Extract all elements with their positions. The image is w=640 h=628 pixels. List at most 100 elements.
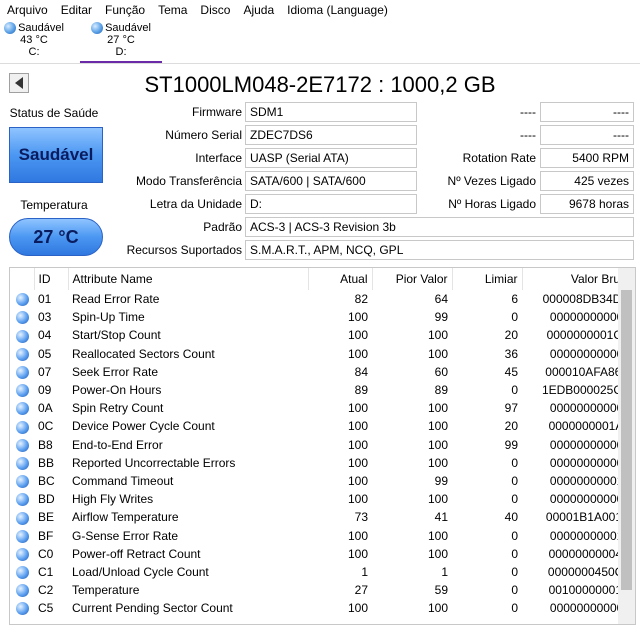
header-attribute-name[interactable]: Attribute Name <box>68 268 309 290</box>
threshold-value: 40 <box>504 510 518 525</box>
status-cell <box>10 454 34 472</box>
table-row[interactable]: 09 Power-On Hours 89 89 0 1EDB000025CE <box>10 381 634 399</box>
threshold-value: 0 <box>511 473 518 488</box>
current-value: 100 <box>347 310 368 325</box>
attribute-id: 09 <box>38 383 52 398</box>
disk-title: ST1000LM048-2E7172 : 1000,2 GB <box>144 72 496 97</box>
attribute-id: 03 <box>38 310 52 325</box>
status-dot-icon <box>15 402 29 416</box>
attribute-name: Device Power Cycle Count <box>72 419 215 434</box>
temperature-badge[interactable]: 27 °C <box>9 218 103 256</box>
status-dot-icon <box>15 475 29 489</box>
status-cell <box>10 472 34 490</box>
attribute-id: BC <box>38 473 55 488</box>
status-cell <box>10 581 34 599</box>
status-dot-icon <box>15 529 29 543</box>
header-current[interactable]: Atual <box>308 268 373 290</box>
status-cell <box>10 345 34 363</box>
attribute-name: Start/Stop Count <box>72 328 161 343</box>
table-row[interactable]: C5 Current Pending Sector Count 100 100 0 000… <box>10 599 634 617</box>
table-row[interactable]: 05 Reallocated Sectors Count 100 100 36 00000… <box>10 345 634 363</box>
power-hours-label: Nº Horas Ligado <box>448 197 536 211</box>
worst-value: 89 <box>434 383 448 398</box>
status-dot-icon <box>15 311 29 325</box>
health-status-icon <box>4 22 17 34</box>
worst-value: 99 <box>434 310 448 325</box>
menu-disco[interactable]: Disco <box>193 0 236 20</box>
table-row[interactable]: BF G-Sense Error Rate 100 100 0 000000000017 <box>10 526 634 544</box>
current-value: 84 <box>354 364 368 379</box>
menu-tema[interactable]: Tema <box>151 0 193 20</box>
disk-tab-d[interactable]: Saudável 27 °C D: <box>80 20 162 63</box>
threshold-value: 45 <box>504 364 518 379</box>
table-row[interactable]: BD High Fly Writes 100 100 0 000000000000 <box>10 490 634 508</box>
attribute-name: Spin Retry Count <box>72 401 164 416</box>
attribute-id: 0C <box>38 419 54 434</box>
attribute-id: BE <box>38 510 55 525</box>
table-row[interactable]: B8 End-to-End Error 100 100 99 000000000000 <box>10 436 634 454</box>
table-scrollbar[interactable] <box>618 268 635 624</box>
health-status-button[interactable]: Saudável <box>9 127 103 183</box>
current-value: 100 <box>347 455 368 470</box>
menu-editar[interactable]: Editar <box>54 0 98 20</box>
current-value: 82 <box>354 292 368 307</box>
menu-idioma[interactable]: Idioma (Language) <box>280 0 394 20</box>
worst-value: 41 <box>434 510 448 525</box>
features-value: S.M.A.R.T., APM, NCQ, GPL <box>245 240 634 260</box>
standard-value: ACS-3 | ACS-3 Revision 3b <box>245 217 634 237</box>
health-label: Status de Saúde <box>9 106 99 120</box>
table-row[interactable]: BE Airflow Temperature 73 41 40 00001B1A001B <box>10 508 634 526</box>
scrollbar-thumb[interactable] <box>621 290 632 590</box>
worst-value: 100 <box>427 601 448 616</box>
status-dot-icon <box>15 329 29 343</box>
table-row[interactable]: 01 Read Error Rate 82 64 6 000008DB34DD <box>10 290 634 308</box>
worst-value: 99 <box>434 473 448 488</box>
status-cell <box>10 290 34 308</box>
table-row[interactable]: BC Command Timeout 100 99 0 000000000010 <box>10 472 634 490</box>
power-count-value: 425 vezes <box>540 171 634 191</box>
current-value: 1 <box>361 564 368 579</box>
attribute-id: B8 <box>38 437 53 452</box>
header-icon-col <box>10 268 35 290</box>
disk-temp: 43 °C <box>20 34 48 46</box>
worst-value: 59 <box>434 583 448 598</box>
serial-label: Número Serial <box>165 128 242 142</box>
status-dot-icon <box>15 293 29 307</box>
disk-temp: 27 °C <box>107 34 135 46</box>
table-row[interactable]: 03 Spin-Up Time 100 99 0 000000000000 <box>10 308 634 326</box>
menu-arquivo[interactable]: Arquivo <box>0 0 54 20</box>
table-row[interactable]: C0 Power-off Retract Count 100 100 0 00000000… <box>10 545 634 563</box>
attribute-name: Load/Unload Cycle Count <box>72 564 209 579</box>
status-cell <box>10 417 34 435</box>
current-value: 73 <box>354 510 368 525</box>
disk-tab-c[interactable]: Saudável 43 °C C: <box>0 20 68 63</box>
power-count-label: Nº Vezes Ligado <box>447 174 536 188</box>
menu-bar: Arquivo Editar Função Tema Disco Ajuda I… <box>0 0 640 20</box>
table-row[interactable]: BB Reported Uncorrectable Errors 100 100 0 00… <box>10 454 634 472</box>
menu-funcao[interactable]: Função <box>98 0 151 20</box>
table-row[interactable]: C2 Temperature 27 59 0 00100000001B <box>10 581 634 599</box>
current-value: 100 <box>347 419 368 434</box>
smart-table[interactable]: ID Attribute Name Atual Pior Valor Limia… <box>9 267 636 625</box>
status-dot-icon <box>15 384 29 398</box>
threshold-value: 20 <box>504 328 518 343</box>
threshold-value: 0 <box>511 455 518 470</box>
status-cell <box>10 308 34 326</box>
header-threshold[interactable]: Limiar <box>452 268 523 290</box>
table-row[interactable]: 07 Seek Error Rate 84 60 45 000010AFA86D <box>10 363 634 381</box>
rotation-rate-label: Rotation Rate <box>462 151 536 165</box>
attribute-name: Command Timeout <box>72 473 174 488</box>
attribute-name: Seek Error Rate <box>72 364 159 379</box>
attribute-name: Read Error Rate <box>72 292 160 307</box>
attribute-name: High Fly Writes <box>72 492 154 507</box>
header-worst[interactable]: Pior Valor <box>372 268 453 290</box>
worst-value: 100 <box>427 492 448 507</box>
menu-ajuda[interactable]: Ajuda <box>236 0 280 20</box>
table-row[interactable]: 0C Device Power Cycle Count 100 100 20 000000… <box>10 417 634 435</box>
header-id[interactable]: ID <box>34 268 69 290</box>
table-row[interactable]: 04 Start/Stop Count 100 100 20 0000000001CE <box>10 326 634 344</box>
table-row[interactable]: 0A Spin Retry Count 100 100 97 000000000000 <box>10 399 634 417</box>
attribute-name: Current Pending Sector Count <box>72 601 233 616</box>
worst-value: 100 <box>427 401 448 416</box>
table-row[interactable]: C1 Load/Unload Cycle Count 1 1 0 0000000450C8 <box>10 563 634 581</box>
